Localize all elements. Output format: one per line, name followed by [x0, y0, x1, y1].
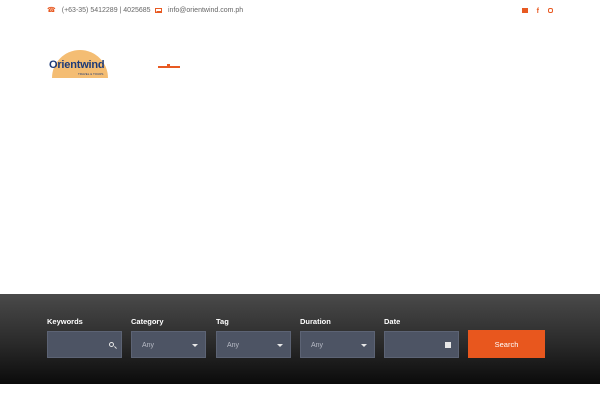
- keywords-input[interactable]: [47, 331, 122, 358]
- chevron-down-icon: [361, 344, 367, 347]
- instagram-icon[interactable]: [548, 8, 553, 13]
- logo-tagline: TRAVEL & TOURS: [78, 72, 104, 76]
- search-icon: [109, 342, 114, 347]
- phone-icon: ☎: [47, 7, 56, 14]
- tag-select[interactable]: Any: [216, 331, 291, 358]
- logo-brand: Orientwind: [49, 59, 105, 71]
- category-label: Category: [131, 317, 164, 326]
- email-address: info@orientwind.com.ph: [168, 7, 244, 14]
- envelope-icon: [155, 8, 162, 13]
- nav-active-indicator: [158, 64, 180, 68]
- search-band: Keywords Category Any Tag Any Duration A…: [0, 294, 600, 384]
- phone-contact[interactable]: ☎ (+63-35) 5412289 | 4025685: [47, 7, 151, 14]
- date-input[interactable]: [384, 331, 459, 358]
- top-bar: ☎ (+63-35) 5412289 | 4025685 info@orient…: [0, 0, 600, 24]
- category-field: Category Any: [131, 317, 206, 358]
- phone-number: (+63-35) 5412289 | 4025685: [61, 7, 151, 14]
- chevron-down-icon: [277, 344, 283, 347]
- keywords-field: Keywords: [47, 317, 122, 358]
- search-button[interactable]: Search: [468, 330, 545, 358]
- chevron-down-icon: [192, 344, 198, 347]
- date-field: Date: [384, 317, 459, 358]
- duration-field: Duration Any: [300, 317, 375, 358]
- site-logo[interactable]: Orientwind TRAVEL & TOURS: [48, 48, 110, 78]
- category-value: Any: [142, 342, 155, 349]
- envelope-icon[interactable]: [521, 8, 528, 13]
- keywords-label: Keywords: [47, 317, 83, 326]
- category-select[interactable]: Any: [131, 331, 206, 358]
- tag-value: Any: [227, 342, 240, 349]
- tag-label: Tag: [216, 317, 229, 326]
- tag-field: Tag Any: [216, 317, 291, 358]
- date-label: Date: [384, 317, 401, 326]
- calendar-icon: [445, 342, 451, 348]
- duration-select[interactable]: Any: [300, 331, 375, 358]
- facebook-icon[interactable]: f: [537, 8, 539, 15]
- duration-label: Duration: [300, 317, 331, 326]
- email-contact[interactable]: info@orientwind.com.ph: [155, 7, 243, 14]
- social-links: f: [521, 8, 553, 15]
- duration-value: Any: [311, 342, 324, 349]
